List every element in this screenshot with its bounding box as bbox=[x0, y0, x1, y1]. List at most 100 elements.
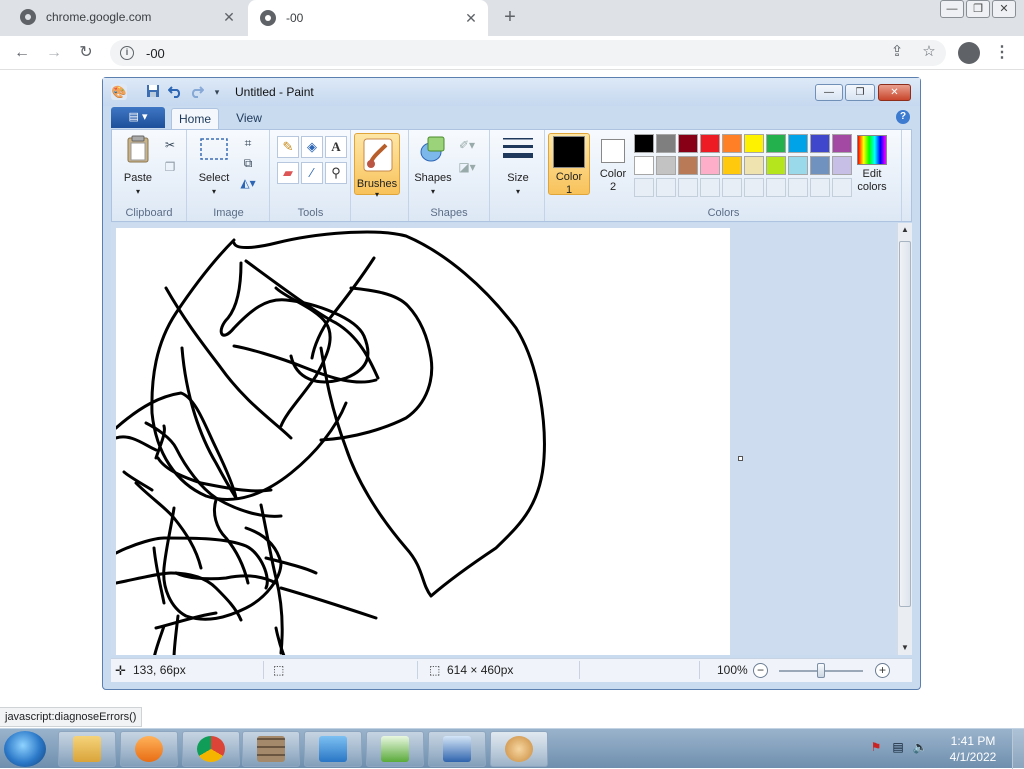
palette-swatch[interactable] bbox=[722, 156, 742, 175]
show-desktop-button[interactable] bbox=[1012, 729, 1024, 769]
rotate-icon[interactable]: ◭▾ bbox=[238, 174, 258, 192]
fill-shape-icon[interactable]: ◪▾ bbox=[457, 158, 477, 176]
share-icon[interactable]: ⇪ bbox=[886, 41, 908, 63]
magnifier-icon[interactable]: ⚲ bbox=[325, 162, 347, 184]
action-center-icon[interactable]: ⚑ bbox=[868, 739, 884, 755]
palette-swatch[interactable] bbox=[832, 156, 852, 175]
eraser-icon[interactable]: ▰ bbox=[277, 162, 299, 184]
palette-swatch[interactable] bbox=[700, 156, 720, 175]
palette-swatch[interactable] bbox=[788, 134, 808, 153]
network-icon[interactable]: ▤ bbox=[890, 739, 906, 755]
redo-icon[interactable] bbox=[189, 84, 205, 100]
palette-swatch[interactable] bbox=[656, 156, 676, 175]
minimize-button[interactable]: — bbox=[940, 0, 964, 18]
palette-swatch[interactable] bbox=[656, 134, 676, 153]
copy-icon[interactable]: ❐ bbox=[160, 158, 180, 176]
palette-swatch[interactable] bbox=[700, 134, 720, 153]
edit-colors-button[interactable]: Edit colors bbox=[852, 133, 892, 194]
restore-button[interactable]: ❐ bbox=[966, 0, 990, 18]
close-button[interactable]: ✕ bbox=[992, 0, 1016, 18]
clock[interactable]: 1:41 PM 4/1/2022 bbox=[940, 733, 1006, 765]
taskbar-paint[interactable] bbox=[490, 731, 548, 767]
palette-swatch[interactable] bbox=[832, 178, 852, 197]
color2-button[interactable]: Color 2 bbox=[592, 133, 634, 195]
zoom-in-icon[interactable]: + bbox=[875, 663, 890, 678]
scroll-up-icon[interactable]: ▲ bbox=[898, 223, 912, 237]
reload-button[interactable]: ↻ bbox=[74, 41, 98, 65]
address-bar[interactable]: i -00 bbox=[110, 40, 946, 66]
palette-swatch[interactable] bbox=[766, 178, 786, 197]
close-tab-icon[interactable]: ✕ bbox=[220, 8, 238, 26]
paint-close-button[interactable]: ✕ bbox=[878, 84, 911, 101]
palette-swatch[interactable] bbox=[722, 178, 742, 197]
paint-minimize-button[interactable]: — bbox=[815, 84, 843, 101]
close-tab-icon[interactable]: ✕ bbox=[462, 9, 480, 27]
palette-swatch[interactable] bbox=[678, 156, 698, 175]
taskbar-notepad[interactable] bbox=[366, 731, 424, 767]
help-icon[interactable]: ? bbox=[896, 110, 910, 124]
palette-swatch[interactable] bbox=[722, 134, 742, 153]
palette-swatch[interactable] bbox=[656, 178, 676, 197]
palette-swatch[interactable] bbox=[810, 134, 830, 153]
palette-swatch[interactable] bbox=[700, 178, 720, 197]
tab-home[interactable]: Home bbox=[171, 108, 219, 129]
forward-button[interactable]: → bbox=[42, 41, 66, 65]
tab-chrome-google[interactable]: chrome.google.com ✕ bbox=[8, 0, 246, 34]
palette-swatch[interactable] bbox=[810, 178, 830, 197]
profile-avatar[interactable] bbox=[958, 42, 980, 64]
color1-button[interactable]: Color 1 bbox=[548, 133, 590, 196]
palette-swatch[interactable] bbox=[678, 178, 698, 197]
undo-icon[interactable] bbox=[167, 84, 183, 100]
taskbar-remote-desktop[interactable] bbox=[428, 731, 486, 767]
shapes-button[interactable]: Shapes ▾ bbox=[413, 134, 453, 198]
brushes-button[interactable]: Brushes ▾ bbox=[354, 133, 400, 199]
tab-active[interactable]: -00 ✕ bbox=[248, 0, 488, 36]
palette-swatch[interactable] bbox=[744, 178, 764, 197]
back-button[interactable]: ← bbox=[10, 41, 34, 65]
crop-icon[interactable]: ⌗ bbox=[238, 134, 258, 152]
vertical-scrollbar[interactable]: ▲ ▼ bbox=[897, 223, 912, 655]
zoom-slider-thumb[interactable] bbox=[817, 663, 825, 678]
palette-swatch[interactable] bbox=[788, 156, 808, 175]
save-icon[interactable] bbox=[145, 84, 161, 100]
new-tab-button[interactable]: + bbox=[498, 6, 522, 28]
resize-icon[interactable]: ⧉ bbox=[238, 154, 258, 172]
scroll-thumb[interactable] bbox=[899, 241, 911, 607]
bookmark-star-icon[interactable]: ☆ bbox=[918, 41, 940, 63]
paste-button[interactable]: Paste ▾ bbox=[118, 134, 158, 198]
text-icon[interactable]: A bbox=[325, 136, 347, 158]
canvas-resize-handle[interactable] bbox=[738, 456, 743, 461]
palette-swatch[interactable] bbox=[634, 156, 654, 175]
color-picker-icon[interactable]: ⁄ bbox=[301, 162, 323, 184]
paint-app-icon[interactable]: 🎨 bbox=[111, 84, 127, 100]
start-button[interactable] bbox=[4, 731, 46, 767]
palette-swatch[interactable] bbox=[634, 134, 654, 153]
browser-menu-icon[interactable]: ⋮ bbox=[994, 42, 1010, 64]
palette-swatch[interactable] bbox=[678, 134, 698, 153]
taskbar-media-player[interactable] bbox=[120, 731, 178, 767]
scroll-down-icon[interactable]: ▼ bbox=[898, 641, 912, 655]
taskbar-explorer[interactable] bbox=[58, 731, 116, 767]
file-menu-button[interactable]: ▤ ▾ bbox=[111, 107, 165, 128]
paint-maximize-button[interactable]: ❐ bbox=[845, 84, 875, 101]
volume-icon[interactable]: 🔈 bbox=[912, 739, 928, 755]
outline-icon[interactable]: ✐▾ bbox=[457, 136, 477, 154]
fill-icon[interactable]: ◈ bbox=[301, 136, 323, 158]
palette-swatch[interactable] bbox=[744, 156, 764, 175]
palette-swatch[interactable] bbox=[744, 134, 764, 153]
drawing-canvas[interactable] bbox=[116, 228, 730, 655]
cut-icon[interactable]: ✂ bbox=[160, 136, 180, 154]
select-button[interactable]: Select ▾ bbox=[194, 134, 234, 198]
size-button[interactable]: Size ▾ bbox=[497, 134, 539, 198]
palette-swatch[interactable] bbox=[634, 178, 654, 197]
palette-swatch[interactable] bbox=[788, 178, 808, 197]
palette-swatch[interactable] bbox=[810, 156, 830, 175]
taskbar-control-panel[interactable] bbox=[304, 731, 362, 767]
palette-swatch[interactable] bbox=[766, 134, 786, 153]
tab-view[interactable]: View bbox=[227, 108, 271, 129]
taskbar-firewall[interactable] bbox=[242, 731, 300, 767]
site-info-icon[interactable]: i bbox=[120, 46, 134, 60]
zoom-out-icon[interactable]: − bbox=[753, 663, 768, 678]
palette-swatch[interactable] bbox=[832, 134, 852, 153]
palette-swatch[interactable] bbox=[766, 156, 786, 175]
